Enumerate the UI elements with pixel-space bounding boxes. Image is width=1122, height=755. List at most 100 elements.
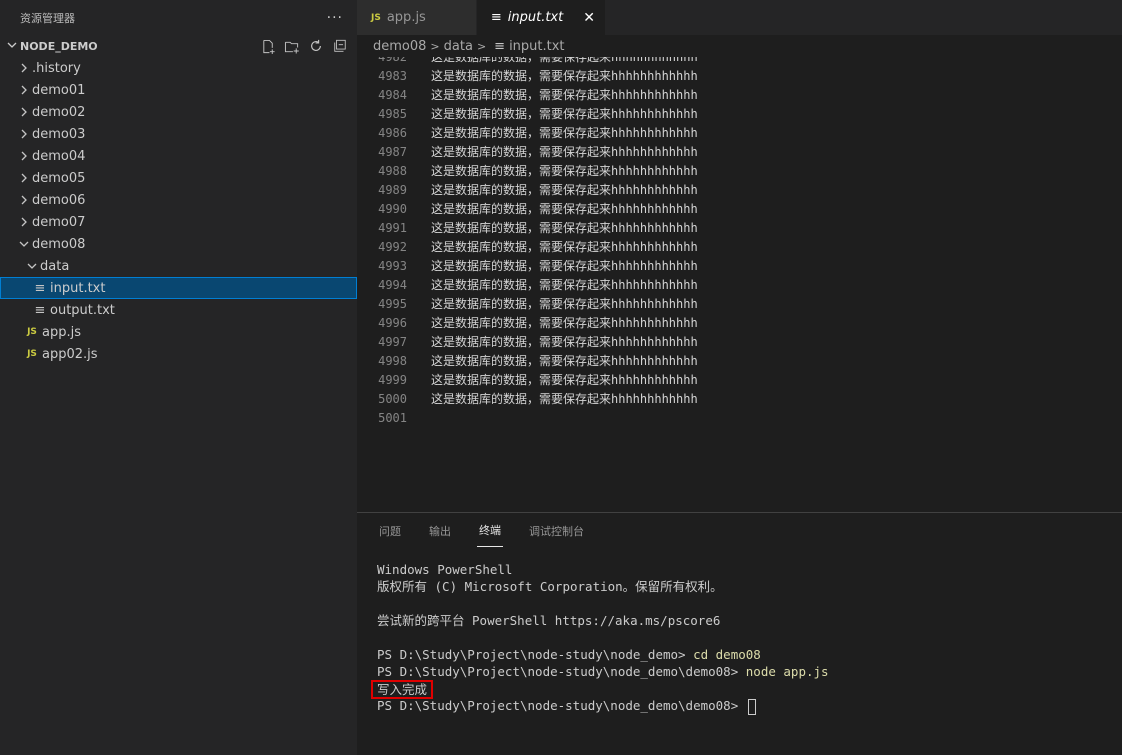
tree-item-label: demo01 <box>32 82 86 98</box>
chevron-right-icon <box>16 63 32 73</box>
line-number: 5000 <box>378 391 407 406</box>
code-line: 4991 这是数据库的数据，需要保存起来hhhhhhhhhhhh <box>357 218 1122 237</box>
tree-folder[interactable]: demo03 <box>0 123 357 145</box>
chevron-down-icon <box>24 261 40 271</box>
code-line: 4997 这是数据库的数据，需要保存起来hhhhhhhhhhhh <box>357 332 1122 351</box>
tab-bar: JS app.js ≡ input.txt ✕ <box>357 0 1122 35</box>
terminal[interactable]: Windows PowerShell 版权所有 (C) Microsoft Co… <box>357 548 1122 715</box>
code-line: 4987 这是数据库的数据，需要保存起来hhhhhhhhhhhh <box>357 142 1122 161</box>
line-text: 这是数据库的数据，需要保存起来hhhhhhhhhhhh <box>431 240 698 254</box>
code-line: 5001 <box>357 408 1122 427</box>
text-file-icon: ≡ <box>34 302 46 318</box>
line-number: 4988 <box>378 163 407 178</box>
breadcrumb-item[interactable]: input.txt <box>509 39 564 54</box>
code-line: 4993 这是数据库的数据，需要保存起来hhhhhhhhhhhh <box>357 256 1122 275</box>
line-text: 这是数据库的数据，需要保存起来hhhhhhhhhhhh <box>431 164 698 178</box>
line-number: 4998 <box>378 353 407 368</box>
line-text: 这是数据库的数据，需要保存起来hhhhhhhhhhhh <box>431 202 698 216</box>
tree-item-label: demo07 <box>32 214 86 230</box>
more-actions-icon[interactable]: ··· <box>327 10 343 26</box>
editor-area: JS app.js ≡ input.txt ✕ demo08 > data > … <box>357 0 1122 512</box>
tree-item-label: demo08 <box>32 236 86 252</box>
collapse-all-icon[interactable] <box>331 37 349 55</box>
terminal-line: 版权所有 (C) Microsoft Corporation。保留所有权利。 <box>377 579 723 594</box>
tree-folder[interactable]: demo07 <box>0 211 357 233</box>
code-line: 4982 这是数据库的数据，需要保存起来hhhhhhhhhhhh <box>357 57 1122 66</box>
tree-folder[interactable]: demo06 <box>0 189 357 211</box>
line-text: 这是数据库的数据，需要保存起来hhhhhhhhhhhh <box>431 183 698 197</box>
tab-label: input.txt <box>507 10 564 25</box>
line-text: 这是数据库的数据，需要保存起来hhhhhhhhhhhh <box>431 354 698 368</box>
line-text: 这是数据库的数据，需要保存起来hhhhhhhhhhhh <box>431 126 698 140</box>
chevron-right-icon <box>16 195 32 205</box>
code-line: 4984 这是数据库的数据，需要保存起来hhhhhhhhhhhh <box>357 85 1122 104</box>
tree-folder[interactable]: demo02 <box>0 101 357 123</box>
tab-terminal[interactable]: 终端 <box>477 514 503 547</box>
line-number: 4999 <box>378 372 407 387</box>
line-text: 这是数据库的数据，需要保存起来hhhhhhhhhhhh <box>431 297 698 311</box>
terminal-prompt: PS D:\Study\Project\node-study\node_demo… <box>377 664 746 679</box>
terminal-prompt: PS D:\Study\Project\node-study\node_demo… <box>377 647 694 662</box>
terminal-line: PS D:\Study\Project\node-study\node_demo… <box>377 697 1122 715</box>
line-text: 这是数据库的数据，需要保存起来hhhhhhhhhhhh <box>431 107 698 121</box>
code-line: 4983 这是数据库的数据，需要保存起来hhhhhhhhhhhh <box>357 66 1122 85</box>
code-line: 4985 这是数据库的数据，需要保存起来hhhhhhhhhhhh <box>357 104 1122 123</box>
tree-folder[interactable]: data <box>0 255 357 277</box>
text-file-icon: ≡ <box>494 38 506 54</box>
js-file-icon: JS <box>27 327 37 337</box>
tree-folder[interactable]: demo04 <box>0 145 357 167</box>
tree-item-label: output.txt <box>50 302 115 318</box>
line-number: 4989 <box>378 182 407 197</box>
explorer-sidebar: 资源管理器 ··· NODE_DEMO .history demo01 demo02… <box>0 0 357 755</box>
tree-item-label: demo04 <box>32 148 86 164</box>
code-line: 5000 这是数据库的数据，需要保存起来hhhhhhhhhhhh <box>357 389 1122 408</box>
explorer-title: 资源管理器 <box>20 11 75 25</box>
line-number: 4985 <box>378 106 407 121</box>
tab-problems[interactable]: 问题 <box>377 515 403 547</box>
line-text: 这是数据库的数据，需要保存起来hhhhhhhhhhhh <box>431 335 698 349</box>
tree-folder[interactable]: demo01 <box>0 79 357 101</box>
tree-file[interactable]: JS app02.js <box>0 343 357 365</box>
tab-app-js[interactable]: JS app.js <box>357 0 477 35</box>
breadcrumb-item[interactable]: demo08 <box>373 39 426 54</box>
line-number: 4990 <box>378 201 407 216</box>
terminal-line: 写入完成 <box>371 680 1122 699</box>
chevron-right-icon: > <box>430 39 440 53</box>
breadcrumb-item[interactable]: data <box>444 39 473 54</box>
panel-tabs: 问题 输出 终端 调试控制台 <box>357 513 1122 548</box>
line-text: 这是数据库的数据，需要保存起来hhhhhhhhhhhh <box>431 316 698 330</box>
code-editor[interactable]: 4982 这是数据库的数据，需要保存起来hhhhhhhhhhhh 4983 这是数据库… <box>357 57 1122 512</box>
code-line: 4989 这是数据库的数据，需要保存起来hhhhhhhhhhhh <box>357 180 1122 199</box>
js-file-icon: JS <box>371 12 381 23</box>
terminal-line: PS D:\Study\Project\node-study\node_demo… <box>377 663 1122 680</box>
workspace-section-header[interactable]: NODE_DEMO <box>0 35 357 57</box>
line-number: 4997 <box>378 334 407 349</box>
line-text: 这是数据库的数据，需要保存起来hhhhhhhhhhhh <box>431 221 698 235</box>
line-text: 这是数据库的数据，需要保存起来hhhhhhhhhhhh <box>431 88 698 102</box>
tab-output[interactable]: 输出 <box>427 515 453 547</box>
tree-item-label: input.txt <box>50 280 106 296</box>
refresh-icon[interactable] <box>307 37 325 55</box>
line-number: 4992 <box>378 239 407 254</box>
new-folder-icon[interactable] <box>283 37 301 55</box>
close-icon[interactable]: ✕ <box>583 10 595 26</box>
tree-folder[interactable]: demo05 <box>0 167 357 189</box>
terminal-cursor <box>747 698 756 715</box>
tab-input-txt[interactable]: ≡ input.txt ✕ <box>476 0 606 35</box>
line-number: 4982 <box>357 57 409 64</box>
explorer-header: 资源管理器 ··· <box>0 0 357 35</box>
tree-folder[interactable]: .history <box>0 57 357 79</box>
line-text: 这是数据库的数据，需要保存起来hhhhhhhhhhhh <box>431 259 698 273</box>
terminal-line: PS D:\Study\Project\node-study\node_demo… <box>377 646 1122 663</box>
tree-folder[interactable]: demo08 <box>0 233 357 255</box>
tree-item-label: demo06 <box>32 192 86 208</box>
new-file-icon[interactable] <box>259 37 277 55</box>
tree-item-label: app.js <box>42 324 81 340</box>
chevron-right-icon: > <box>476 39 487 53</box>
tab-debug-console[interactable]: 调试控制台 <box>527 515 586 547</box>
tree-file[interactable]: ≡ input.txt <box>0 277 357 299</box>
tree-file[interactable]: ≡ output.txt <box>0 299 357 321</box>
terminal-command: cd demo08 <box>693 647 761 662</box>
tree-file[interactable]: JS app.js <box>0 321 357 343</box>
